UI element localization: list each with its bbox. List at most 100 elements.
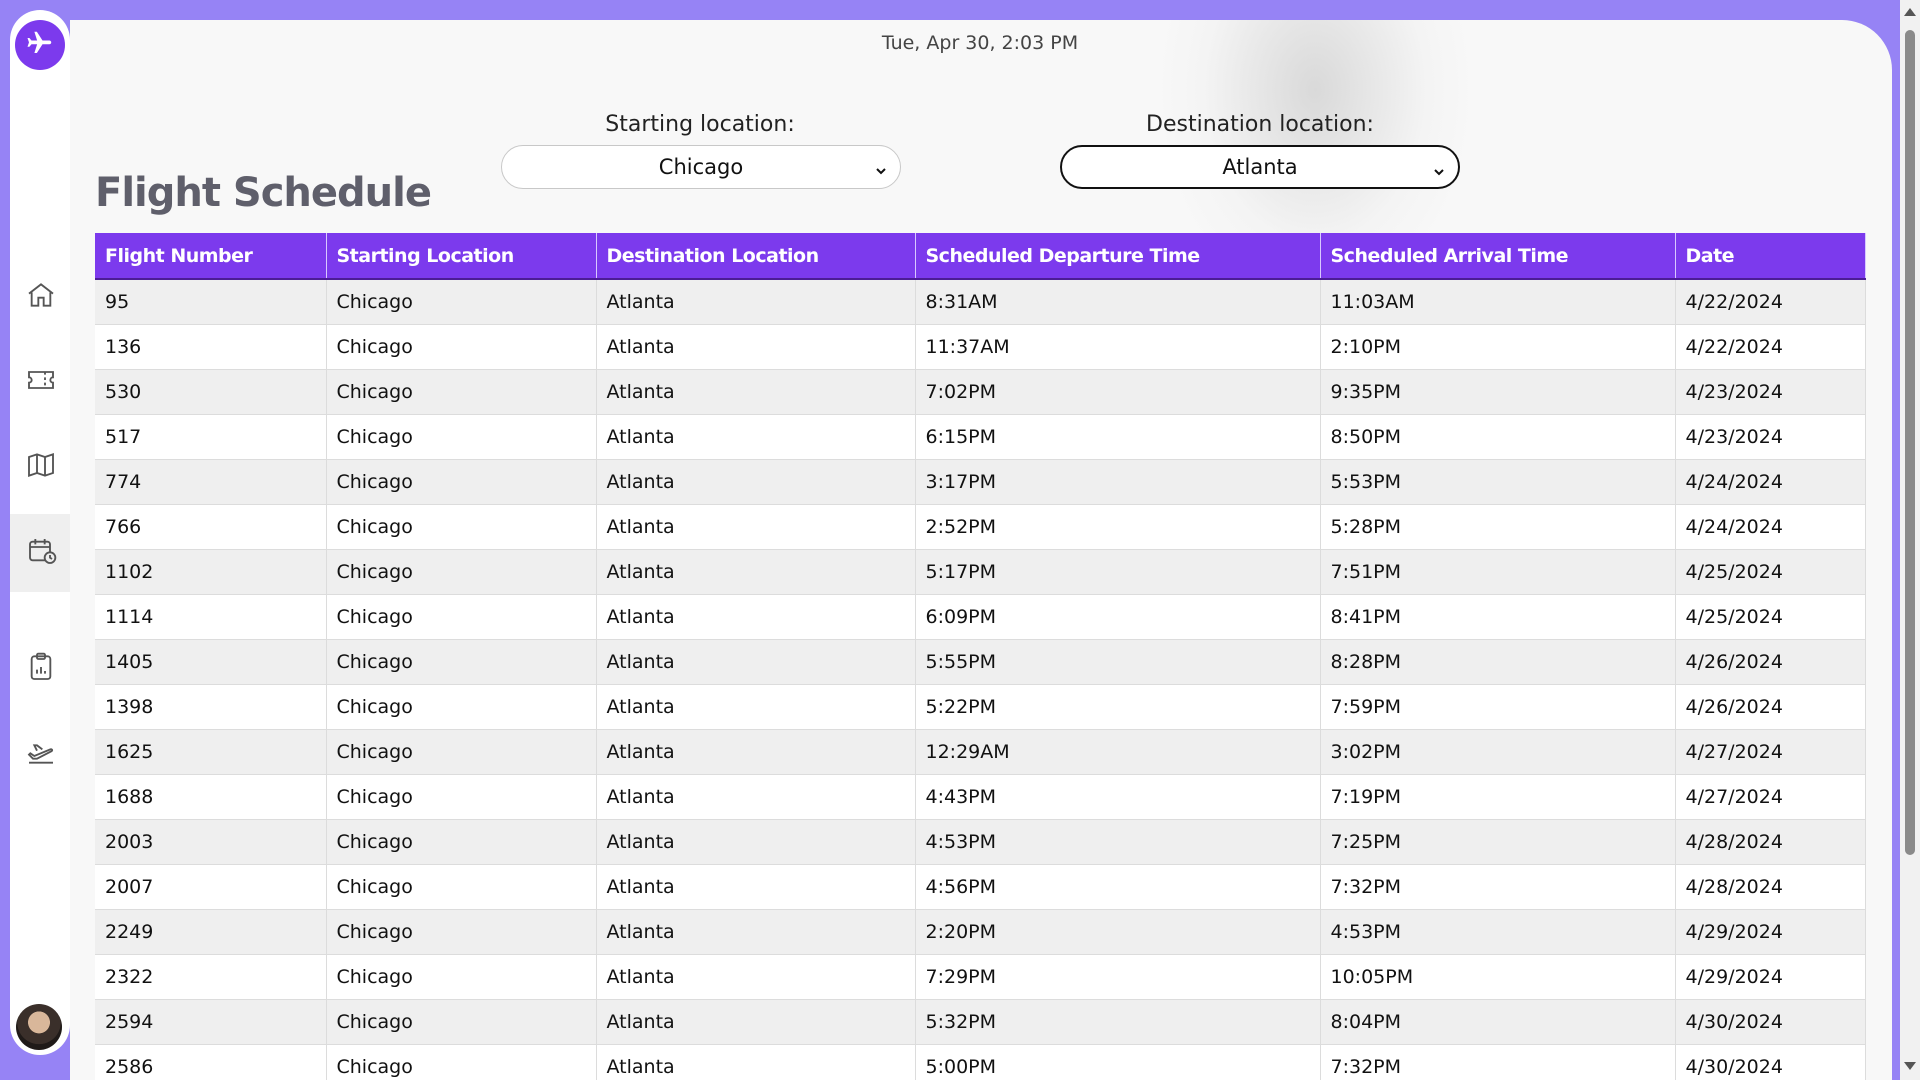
table-row[interactable]: 2007 Chicago Atlanta 4:56PM 7:32PM 4/28/2024 (95, 864, 1866, 910)
table-cell: 5:28PM (1320, 504, 1676, 550)
nav-tickets[interactable] (10, 343, 72, 421)
start-location-select[interactable]: Chicago (501, 145, 901, 189)
table-cell: 10:05PM (1320, 954, 1676, 1000)
table-cell: 774 (95, 459, 327, 505)
airplane-icon (25, 28, 55, 62)
table-cell: 5:00PM (915, 1044, 1321, 1080)
table-row[interactable]: 2249 Chicago Atlanta 2:20PM 4:53PM 4/29/2024 (95, 909, 1866, 955)
table-cell: Atlanta (596, 549, 916, 595)
chevron-down-icon (874, 159, 888, 183)
table-cell: Atlanta (596, 369, 916, 415)
table-cell: 4:53PM (1320, 909, 1676, 955)
table-cell: Chicago (326, 729, 597, 775)
column-header[interactable]: Scheduled Departure Time (915, 233, 1321, 280)
table-cell: 4/30/2024 (1675, 999, 1866, 1045)
table-row[interactable]: 2322 Chicago Atlanta 7:29PM 10:05PM 4/29/2024 (95, 954, 1866, 1000)
table-cell: Chicago (326, 279, 597, 325)
table-cell: 2322 (95, 954, 327, 1000)
destination-location-select[interactable]: Atlanta (1060, 145, 1460, 189)
table-cell: Atlanta (596, 999, 916, 1045)
column-header[interactable]: Starting Location (326, 233, 597, 280)
table-cell: 136 (95, 324, 327, 370)
table-cell: 1688 (95, 774, 327, 820)
table-row[interactable]: 774 Chicago Atlanta 3:17PM 5:53PM 4/24/2024 (95, 459, 1866, 505)
table-cell: 5:17PM (915, 549, 1321, 595)
table-row[interactable]: 530 Chicago Atlanta 7:02PM 9:35PM 4/23/2024 (95, 369, 1866, 415)
table-row[interactable]: 1114 Chicago Atlanta 6:09PM 8:41PM 4/25/2024 (95, 594, 1866, 640)
table-row[interactable]: 2594 Chicago Atlanta 5:32PM 8:04PM 4/30/2024 (95, 999, 1866, 1045)
table-cell: 8:50PM (1320, 414, 1676, 460)
table-cell: 1398 (95, 684, 327, 730)
table-cell: 4/23/2024 (1675, 369, 1866, 415)
table-cell: 4/23/2024 (1675, 414, 1866, 460)
app-logo[interactable] (15, 20, 65, 70)
column-header[interactable]: Flight Number (95, 233, 327, 280)
scroll-down-icon[interactable] (1904, 1062, 1916, 1070)
table-cell: Atlanta (596, 459, 916, 505)
calendar-clock-icon (26, 535, 58, 571)
table-cell: 7:51PM (1320, 549, 1676, 595)
column-header[interactable]: Date (1675, 233, 1866, 280)
nav-flight-schedule[interactable] (10, 514, 76, 592)
table-row[interactable]: 517 Chicago Atlanta 6:15PM 8:50PM 4/23/2024 (95, 414, 1866, 460)
table-row[interactable]: 1688 Chicago Atlanta 4:43PM 7:19PM 4/27/2024 (95, 774, 1866, 820)
table-cell: Atlanta (596, 279, 916, 325)
table-row[interactable]: 1405 Chicago Atlanta 5:55PM 8:28PM 4/26/2024 (95, 639, 1866, 685)
table-cell: 2249 (95, 909, 327, 955)
table-cell: 5:55PM (915, 639, 1321, 685)
table-cell: Chicago (326, 774, 597, 820)
nav-home[interactable] (10, 258, 72, 336)
nav-map[interactable] (10, 428, 72, 506)
table-cell: 4/25/2024 (1675, 549, 1866, 595)
column-header[interactable]: Scheduled Arrival Time (1320, 233, 1676, 280)
table-row[interactable]: 1398 Chicago Atlanta 5:22PM 7:59PM 4/26/2024 (95, 684, 1866, 730)
home-icon (25, 279, 57, 315)
table-cell: Atlanta (596, 954, 916, 1000)
table-cell: 7:29PM (915, 954, 1321, 1000)
table-cell: 5:22PM (915, 684, 1321, 730)
table-cell: 7:25PM (1320, 819, 1676, 865)
table-cell: 4:43PM (915, 774, 1321, 820)
user-avatar[interactable] (16, 1004, 62, 1050)
table-cell: Chicago (326, 639, 597, 685)
table-cell: Atlanta (596, 504, 916, 550)
table-cell: 2003 (95, 819, 327, 865)
table-cell: Chicago (326, 819, 597, 865)
table-cell: 2586 (95, 1044, 327, 1080)
table-cell: 4/26/2024 (1675, 684, 1866, 730)
flight-schedule-table: Flight Number Starting Location Destinat… (95, 233, 1866, 1080)
table-cell: 4/28/2024 (1675, 819, 1866, 865)
table-row[interactable]: 95 Chicago Atlanta 8:31AM 11:03AM 4/22/2024 (95, 279, 1866, 325)
table-cell: 4/24/2024 (1675, 459, 1866, 505)
nav-departures[interactable] (10, 715, 72, 793)
table-cell: 4/22/2024 (1675, 279, 1866, 325)
scrollbar[interactable] (1900, 0, 1920, 1080)
start-location-value: Chicago (658, 155, 744, 179)
column-header[interactable]: Destination Location (596, 233, 916, 280)
table-cell: Chicago (326, 954, 597, 1000)
table-cell: 4/26/2024 (1675, 639, 1866, 685)
clipboard-chart-icon (25, 651, 57, 687)
table-cell: 1405 (95, 639, 327, 685)
table-cell: 4/28/2024 (1675, 864, 1866, 910)
table-row[interactable]: 1625 Chicago Atlanta 12:29AM 3:02PM 4/27/2024 (95, 729, 1866, 775)
table-cell: 6:15PM (915, 414, 1321, 460)
table-row[interactable]: 2003 Chicago Atlanta 4:53PM 7:25PM 4/28/2024 (95, 819, 1866, 865)
table-cell: 7:32PM (1320, 864, 1676, 910)
table-row[interactable]: 136 Chicago Atlanta 11:37AM 2:10PM 4/22/2024 (95, 324, 1866, 370)
table-row[interactable]: 2586 Chicago Atlanta 5:00PM 7:32PM 4/30/2024 (95, 1044, 1866, 1080)
table-cell: Atlanta (596, 729, 916, 775)
scroll-up-icon[interactable] (1904, 8, 1916, 16)
scrollbar-thumb[interactable] (1905, 30, 1915, 855)
table-row[interactable]: 1102 Chicago Atlanta 5:17PM 7:51PM 4/25/2024 (95, 549, 1866, 595)
airplane-takeoff-icon (23, 736, 59, 772)
table-cell: Atlanta (596, 909, 916, 955)
table-cell: 7:02PM (915, 369, 1321, 415)
table-row[interactable]: 766 Chicago Atlanta 2:52PM 5:28PM 4/24/2024 (95, 504, 1866, 550)
table-cell: Atlanta (596, 639, 916, 685)
table-cell: 8:31AM (915, 279, 1321, 325)
table-cell: Chicago (326, 459, 597, 505)
nav-reports[interactable] (10, 630, 72, 708)
table-cell: Atlanta (596, 819, 916, 865)
table-cell: Chicago (326, 324, 597, 370)
